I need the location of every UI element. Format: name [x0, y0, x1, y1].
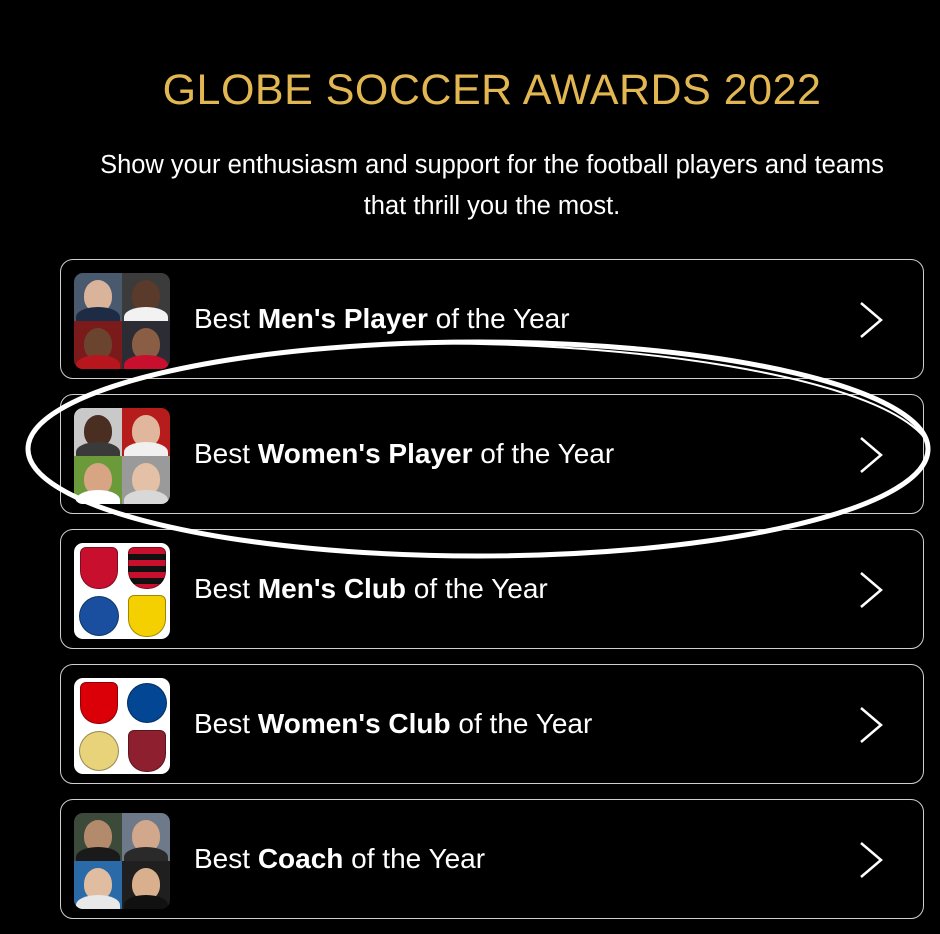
womens-player-thumbnail: [74, 408, 170, 504]
coach-photo: [122, 813, 170, 861]
chevron-right-icon: [860, 437, 883, 473]
player-photo: [74, 273, 122, 321]
award-category-list: Best Men's Player of the Year Best Women…: [60, 259, 924, 934]
label-suffix: of the Year: [343, 843, 486, 874]
player-photo: [122, 321, 170, 369]
category-card-mens-player[interactable]: Best Men's Player of the Year: [60, 259, 924, 379]
label-bold: Men's Club: [257, 573, 407, 604]
page-title: GLOBE SOCCER AWARDS 2022: [162, 66, 822, 114]
label-suffix: of the Year: [427, 303, 570, 334]
club-crest: [74, 543, 122, 591]
player-photo: [74, 456, 122, 504]
club-crest: [74, 591, 122, 639]
chevron-right-icon: [860, 842, 883, 878]
label-prefix: Best: [194, 438, 258, 469]
category-card-coach[interactable]: Best Coach of the Year: [60, 799, 924, 919]
category-card-womens-club[interactable]: Best Women's Club of the Year: [60, 664, 924, 784]
category-card-womens-player[interactable]: Best Women's Player of the Year: [60, 394, 924, 514]
category-label: Best Women's Player of the Year: [194, 395, 614, 513]
category-label: Best Men's Club of the Year: [194, 530, 548, 648]
label-prefix: Best: [194, 573, 258, 604]
label-suffix: of the Year: [406, 573, 548, 604]
label-suffix: of the Year: [472, 438, 615, 469]
category-label: Best Women's Club of the Year: [194, 665, 592, 783]
club-crest: [122, 726, 170, 774]
label-prefix: Best: [194, 843, 258, 874]
label-bold: Women's Player: [257, 438, 473, 469]
category-label: Best Coach of the Year: [194, 800, 485, 918]
label-bold: Women's Club: [257, 708, 451, 739]
mens-player-thumbnail: [74, 273, 170, 369]
chevron-right-icon: [860, 302, 883, 338]
player-photo: [74, 408, 122, 456]
chevron-right-icon: [860, 572, 883, 608]
subtitle-line-1: Show your enthusiasm and support for the…: [100, 151, 884, 179]
label-bold: Coach: [257, 843, 344, 874]
label-suffix: of the Year: [450, 708, 593, 739]
club-crest: [122, 678, 170, 726]
player-photo: [122, 273, 170, 321]
label-bold: Men's Player: [257, 303, 428, 334]
player-photo: [122, 408, 170, 456]
category-card-mens-club[interactable]: Best Men's Club of the Year: [60, 529, 924, 649]
mens-club-thumbnail: [74, 543, 170, 639]
chevron-right-icon: [860, 707, 883, 743]
club-crest: [74, 678, 122, 726]
club-crest: [74, 726, 122, 774]
label-prefix: Best: [194, 303, 258, 334]
subtitle-line-2: that thrill you the most.: [363, 192, 621, 220]
category-label: Best Men's Player of the Year: [194, 260, 570, 378]
player-photo: [122, 456, 170, 504]
club-crest: [122, 543, 170, 591]
coach-photo: [74, 861, 122, 909]
player-photo: [74, 321, 122, 369]
club-crest: [122, 591, 170, 639]
womens-club-thumbnail: [74, 678, 170, 774]
coach-photo: [122, 861, 170, 909]
coach-thumbnail: [74, 813, 170, 909]
label-prefix: Best: [194, 708, 258, 739]
coach-photo: [74, 813, 122, 861]
page-subtitle: Show your enthusiasm and support for the…: [0, 145, 940, 227]
